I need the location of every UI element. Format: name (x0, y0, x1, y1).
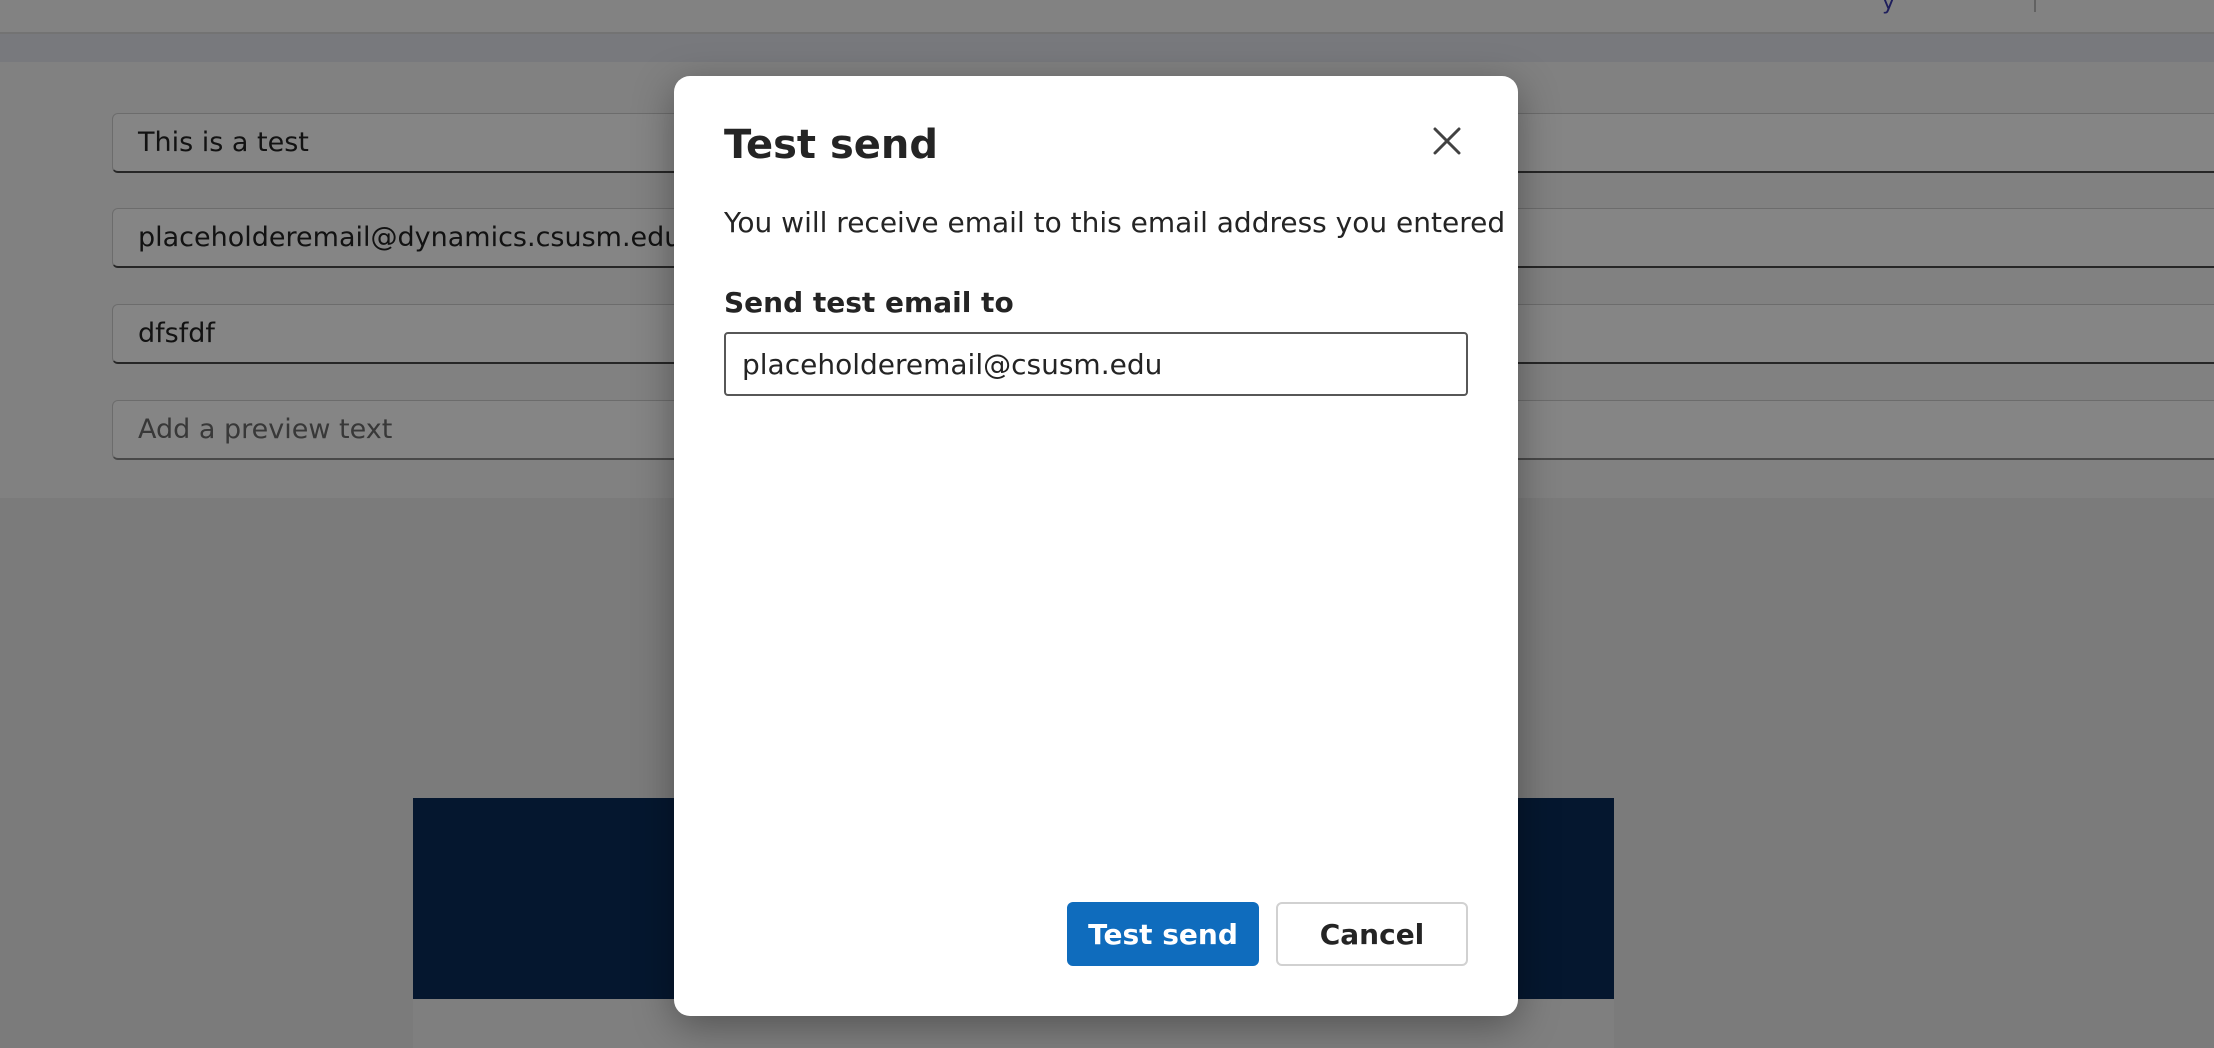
dialog-title: Test send (724, 122, 939, 168)
send-to-label: Send test email to (724, 286, 1014, 319)
dialog-description: You will receive email to this email add… (724, 206, 1506, 239)
test-send-button[interactable]: Test send (1067, 902, 1259, 966)
cancel-button[interactable]: Cancel (1276, 902, 1468, 966)
close-button[interactable] (1424, 118, 1470, 164)
test-send-dialog: Test send You will receive email to this… (674, 76, 1518, 1016)
close-icon (1433, 127, 1461, 155)
test-email-input[interactable] (724, 332, 1468, 396)
